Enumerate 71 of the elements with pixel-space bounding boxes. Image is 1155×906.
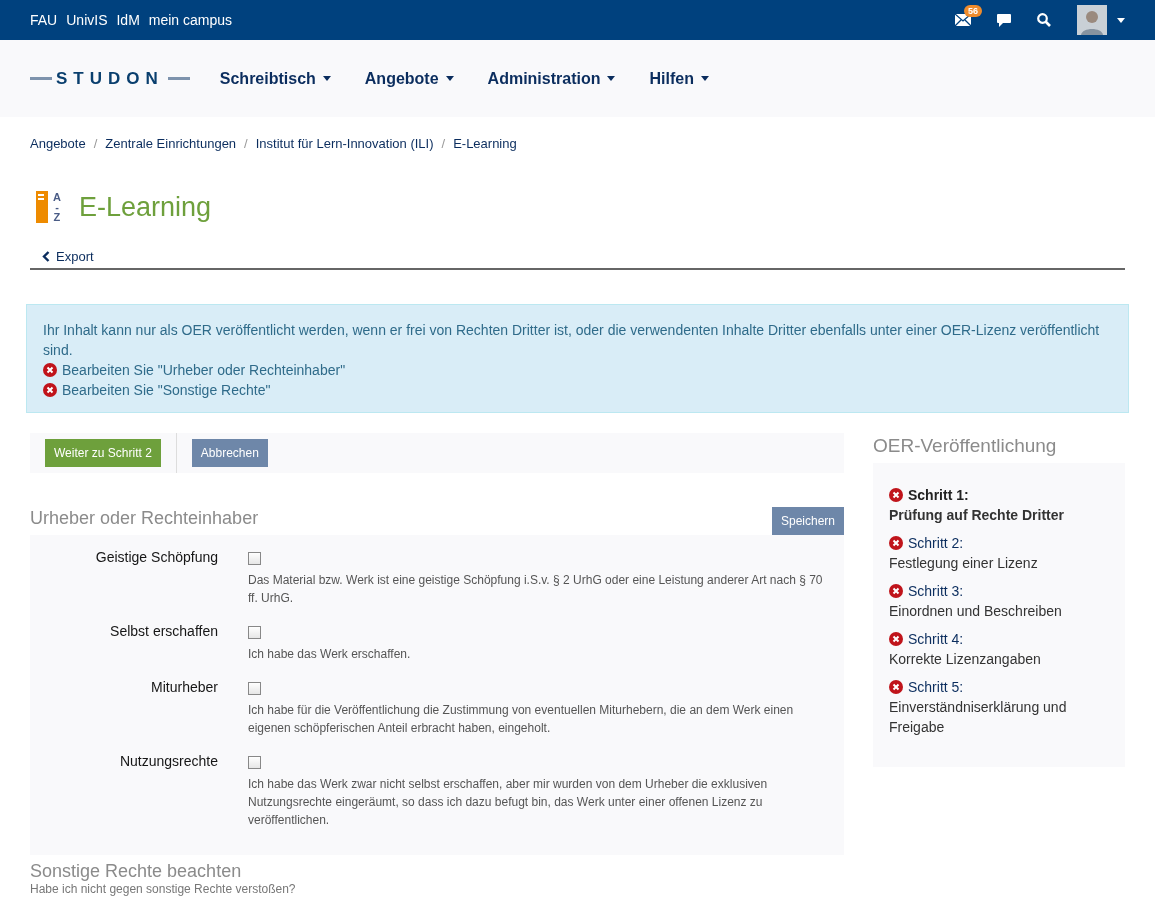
top-link[interactable]: FAU	[30, 12, 58, 28]
error-icon	[43, 363, 57, 377]
section-title: Sonstige Rechte beachten	[30, 861, 243, 882]
step-name: Einordnen und Beschreiben	[889, 602, 1063, 621]
breadcrumb-link[interactable]: Angebote	[30, 135, 86, 151]
step-link[interactable]: Schritt 1:	[908, 485, 969, 505]
step-link[interactable]: Schritt 4:	[908, 629, 964, 649]
breadcrumb-link[interactable]: Zentrale Einrichtungen	[105, 135, 237, 151]
chevron-left-icon	[42, 251, 50, 262]
field-label: Geistige Schöpfung	[94, 549, 219, 567]
letters-icon: A - Z	[53, 192, 61, 222]
caret-icon	[700, 76, 709, 81]
error-icon	[889, 488, 903, 502]
checkbox[interactable]	[248, 552, 261, 565]
field-info: Ich habe für die Veröffentlichung die Zustimmung von eventuellen Miturhebern, die an dem Werk einen eigenen schöpferischen Anteil erbracht haben, eingeholt.	[248, 702, 795, 737]
notification-badge: 56	[964, 5, 982, 17]
caret-icon	[1117, 17, 1125, 23]
breadcrumb-link[interactable]: Institut für Lern-Innovation (ILI)	[255, 135, 434, 151]
field-info: Ich habe das Werk zwar nicht selbst erschaffen, aber mir wurden von dem Urheber die exklusiven Nutzungsrechte eingeräumt, so dass ich dazu befugt bin, das Werk unter einer offenen Lizenz zu veröffentlichen.	[248, 776, 769, 829]
breadcrumb-link[interactable]: E-Learning	[453, 135, 517, 151]
section-subtitle: Habe ich nicht gegen sonstige Rechte verstoßen?	[30, 882, 297, 896]
nav-menu[interactable]: Hilfen	[649, 69, 709, 88]
cancel-button[interactable]: Abbrechen	[191, 439, 268, 467]
alert-link[interactable]: Bearbeiten Sie "Urheber oder Rechteinhaber"	[62, 360, 346, 380]
checkbox[interactable]	[248, 756, 261, 769]
error-icon	[889, 536, 903, 550]
sidebar-title: OER-Veröffentlichung	[873, 435, 1058, 457]
avatar-silhouette[interactable]	[1077, 5, 1107, 35]
step-name: Einverständniserklärung und Freigabe	[889, 698, 1068, 737]
chat-icon[interactable]	[997, 13, 1011, 27]
mail-icon[interactable]	[955, 14, 971, 26]
field-label: Miturheber	[150, 679, 219, 697]
top-link[interactable]: IdM	[116, 12, 140, 28]
field-info: Ich habe das Werk erschaffen.	[248, 646, 412, 663]
breadcrumb-separator: /	[244, 135, 248, 151]
error-icon	[43, 383, 57, 397]
error-icon	[889, 680, 903, 694]
book-icon	[36, 191, 48, 223]
breadcrumb-separator: /	[441, 135, 446, 151]
field-info: Das Material bzw. Werk ist eine geistige Schöpfung i.S.v. § 2 UrhG oder eine Leistung anderer Art nach § 70 ff. UrhG.	[248, 572, 824, 607]
alert-link[interactable]: Bearbeiten Sie "Sonstige Rechte"	[62, 380, 271, 400]
alert-text: Ihr Inhalt kann nur als OER veröffentlicht werden, wenn er frei von Rechten Dritter ist, oder die verwendenten Inhalte Dritter ebenfalls unter einer OER-Lizenz veröffentlicht sind.	[43, 321, 1101, 360]
step-name: Korrekte Lizenzangaben	[889, 650, 1042, 669]
step-link[interactable]: Schritt 5:	[908, 677, 964, 697]
page-title: E-Learning	[78, 191, 212, 223]
step-name: Festlegung einer Lizenz	[889, 554, 1039, 573]
caret-icon	[607, 76, 616, 81]
logo-line-icon	[30, 77, 52, 80]
section-title: Urheber oder Rechteinhaber	[30, 508, 259, 530]
step-name: Prüfung auf Rechte Dritter	[889, 506, 1065, 525]
caret-icon	[322, 76, 331, 81]
error-icon	[889, 584, 903, 598]
save-button[interactable]: Speichern	[771, 507, 844, 535]
nav-menu[interactable]: Schreibtisch	[219, 69, 331, 88]
checkbox[interactable]	[248, 682, 261, 695]
nav-menu[interactable]: Administration	[487, 69, 616, 88]
back-link[interactable]: Export	[42, 249, 94, 264]
step-link[interactable]: Schritt 2:	[908, 533, 964, 553]
nav-menu[interactable]: Angebote	[364, 69, 454, 88]
step-link[interactable]: Schritt 3:	[908, 581, 964, 601]
checkbox[interactable]	[248, 626, 261, 639]
logo[interactable]: STUDON	[56, 68, 164, 89]
search-icon[interactable]	[1037, 13, 1051, 27]
breadcrumb-separator: /	[93, 135, 98, 151]
field-label: Selbst erschaffen	[109, 623, 219, 641]
error-icon	[889, 632, 903, 646]
top-link[interactable]: UnivIS	[66, 12, 108, 28]
top-link[interactable]: mein campus	[148, 12, 233, 28]
caret-icon	[445, 76, 454, 81]
logo-line-icon	[167, 77, 190, 80]
field-label: Nutzungsrechte	[118, 753, 219, 771]
